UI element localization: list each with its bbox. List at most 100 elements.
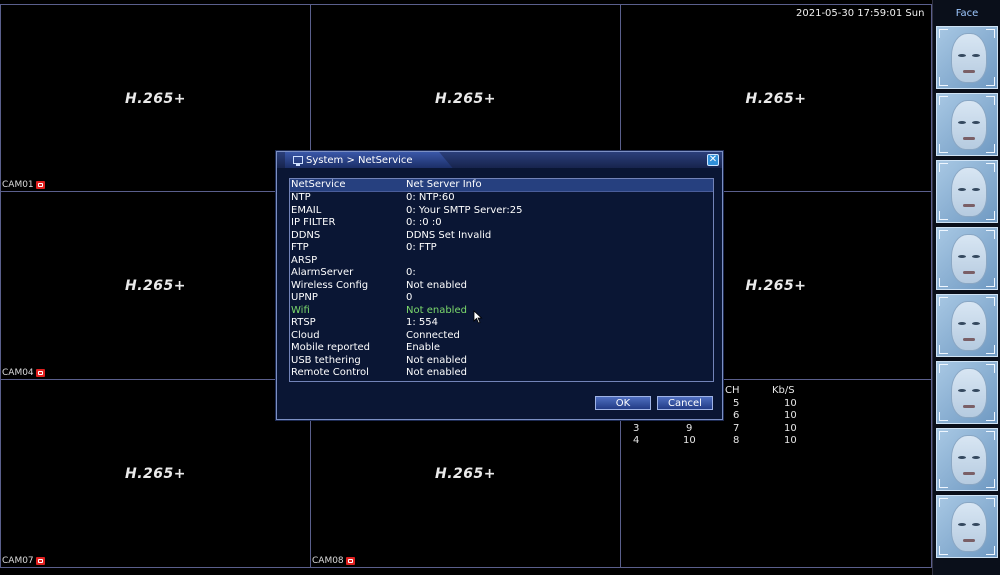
service-info: 0: <box>406 267 416 278</box>
service-name: UPNP <box>291 292 318 303</box>
stats-header-ch: CH <box>725 385 740 396</box>
netservice-row[interactable]: IP FILTER 0: :0 :0 <box>290 217 713 230</box>
record-icon <box>345 557 355 565</box>
camera-cell[interactable]: H.265+ CAM04 <box>0 191 311 380</box>
camera-cell[interactable]: H.265+ CAM07 <box>0 379 311 568</box>
netservice-row[interactable]: Wireless Config Not enabled <box>290 280 713 293</box>
codec-label: H.265+ <box>435 91 496 107</box>
service-info: Not enabled <box>406 367 467 378</box>
stats-cell: 10 <box>784 435 797 446</box>
record-icon <box>35 369 45 377</box>
mouse-cursor-icon <box>473 310 483 324</box>
codec-label: H.265+ <box>125 278 186 294</box>
face-list <box>933 26 1000 558</box>
service-name: FTP <box>291 242 309 253</box>
service-name: EMAIL <box>291 204 322 216</box>
face-panel: Face <box>932 0 1000 575</box>
close-icon[interactable]: ✕ <box>707 154 719 166</box>
netservice-row[interactable]: DDNS DDNS Set Invalid <box>290 230 713 243</box>
service-info: 1: 554 <box>406 317 438 328</box>
service-name: RTSP <box>291 317 316 328</box>
netservice-row[interactable]: RTSP 1: 554 <box>290 317 713 330</box>
camera-name: CAM08 <box>312 556 344 566</box>
service-name: ARSP <box>291 254 318 266</box>
service-name: Mobile reported <box>291 342 371 353</box>
stats-cell: 8 <box>733 435 740 446</box>
codec-label: H.265+ <box>125 91 186 107</box>
service-info: Not enabled <box>406 279 467 291</box>
camera-name: CAM01 <box>2 180 34 190</box>
stats-cell: 10 <box>784 410 797 421</box>
service-name: DDNS <box>291 229 321 241</box>
netservice-row[interactable]: USB tethering Not enabled <box>290 355 713 368</box>
service-info: Not enabled <box>406 354 467 366</box>
face-thumbnail-icon[interactable] <box>936 294 998 357</box>
netservice-row[interactable]: Cloud Connected <box>290 330 713 343</box>
netservice-row[interactable]: Mobile reported Enable <box>290 342 713 355</box>
face-thumbnail-icon[interactable] <box>936 361 998 424</box>
service-info: Enable <box>406 342 441 353</box>
netservice-row[interactable]: ARSP <box>290 255 713 268</box>
face-thumbnail-icon[interactable] <box>936 227 998 290</box>
service-info: 0 <box>406 292 413 303</box>
service-info: 0: NTP:60 <box>406 192 455 203</box>
codec-label: H.265+ <box>125 466 186 482</box>
netservice-row[interactable]: Remote Control Not enabled <box>290 367 713 380</box>
stats-cell: 6 <box>733 410 740 421</box>
stats-cell: 5 <box>733 397 740 409</box>
face-thumbnail-icon[interactable] <box>936 495 998 558</box>
datetime-display: 2021-05-30 17:59:01 Sun <box>796 8 925 19</box>
monitor-icon <box>293 156 303 166</box>
codec-label: H.265+ <box>745 91 807 107</box>
netservice-row[interactable]: UPNP 0 <box>290 292 713 305</box>
stats-cell: 7 <box>733 422 740 434</box>
service-name: Remote Control <box>291 367 369 378</box>
service-name: Wireless Config <box>291 279 369 291</box>
service-name: Wifi <box>291 304 310 316</box>
ok-button[interactable]: OK <box>595 396 651 410</box>
list-header: NetService Net Server Info <box>290 179 713 192</box>
header-net-server-info: Net Server Info <box>406 179 482 190</box>
netservice-row[interactable]: FTP 0: FTP <box>290 242 713 255</box>
netservice-row[interactable]: EMAIL 0: Your SMTP Server:25 <box>290 205 713 218</box>
service-info: 0: Your SMTP Server:25 <box>406 204 523 216</box>
netservice-row[interactable]: NTP 0: NTP:60 <box>290 192 713 205</box>
stats-cell: 10 <box>683 435 696 446</box>
service-name: IP FILTER <box>291 217 336 228</box>
service-name: NTP <box>291 192 311 203</box>
stats-cell: 10 <box>784 397 797 409</box>
service-info: Not enabled <box>406 304 467 316</box>
face-thumbnail-icon[interactable] <box>936 428 998 491</box>
dialog-titlebar: System > NetService ✕ <box>277 152 722 168</box>
service-name: AlarmServer <box>291 267 354 278</box>
stats-cell: 4 <box>633 435 640 446</box>
record-icon <box>35 557 45 565</box>
stats-cell: 9 <box>686 422 693 434</box>
stats-cell: 10 <box>784 422 797 434</box>
netservice-row[interactable]: AlarmServer 0: <box>290 267 713 280</box>
face-thumbnail-icon[interactable] <box>936 93 998 156</box>
header-netservice: NetService <box>291 179 346 190</box>
netservice-row[interactable]: Wifi Not enabled <box>290 305 713 318</box>
service-name: Cloud <box>291 329 320 341</box>
dialog-title: System > NetService <box>306 154 413 166</box>
camera-name: CAM04 <box>2 368 34 378</box>
dialog-title-tab: System > NetService <box>285 152 453 168</box>
service-info: 0: :0 :0 <box>406 217 442 228</box>
stats-cell: 3 <box>633 422 640 434</box>
camera-cell[interactable]: H.265+ CAM01 <box>0 4 311 192</box>
service-info: 0: FTP <box>406 242 437 253</box>
service-name: USB tethering <box>291 354 361 366</box>
service-info: DDNS Set Invalid <box>406 229 492 241</box>
record-icon <box>35 181 45 189</box>
netservice-dialog: System > NetService ✕ NetService Net Ser… <box>276 151 723 420</box>
camera-name: CAM07 <box>2 556 34 566</box>
face-thumbnail-icon[interactable] <box>936 160 998 223</box>
stats-header-kbs: Kb/S <box>772 385 795 396</box>
face-thumbnail-icon[interactable] <box>936 26 998 89</box>
service-info: Connected <box>406 329 460 341</box>
cancel-button[interactable]: Cancel <box>657 396 713 410</box>
netservice-list: NetService Net Server Info NTP 0: NTP:60 E… <box>289 178 714 382</box>
list-rows: NTP 0: NTP:60 EMAIL 0: Your SMTP Server:25 I… <box>290 192 713 380</box>
codec-label: H.265+ <box>435 466 496 482</box>
